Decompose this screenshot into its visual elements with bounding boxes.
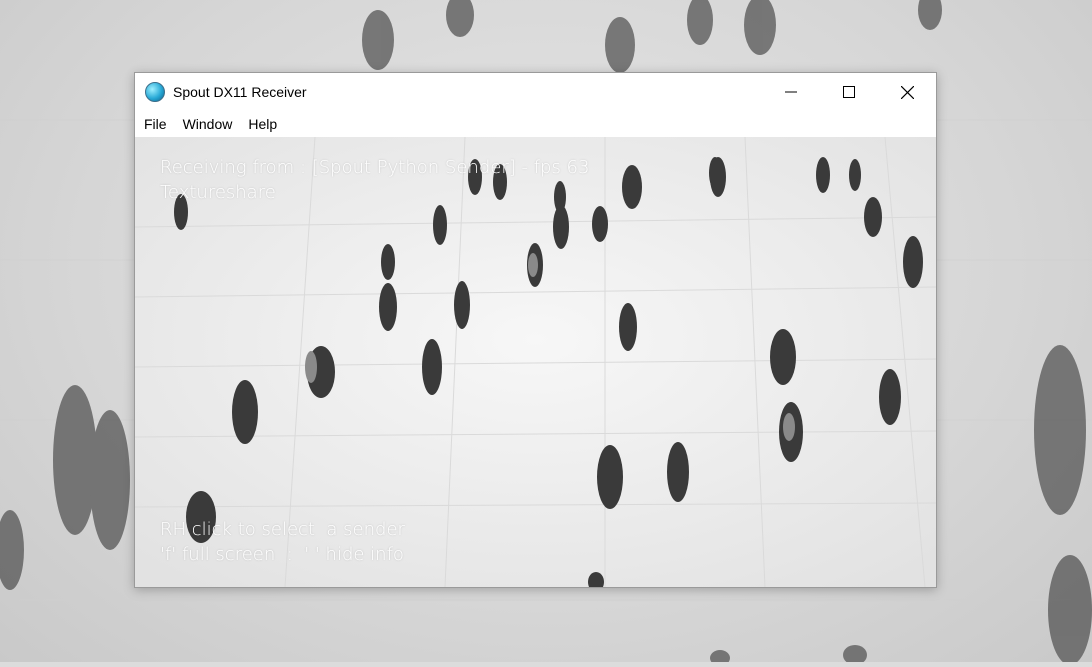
maximize-icon [843,86,855,98]
title-bar[interactable]: Spout DX11 Receiver [135,73,936,111]
window-title: Spout DX11 Receiver [173,84,307,100]
minimize-icon [785,91,797,93]
minimize-button[interactable] [762,73,820,111]
menu-help[interactable]: Help [240,111,285,137]
share-mode-text: Textureshare [160,182,276,203]
maximize-button[interactable] [820,73,878,111]
menu-window[interactable]: Window [175,111,241,137]
select-sender-hint: RH click to select a sender [160,519,405,540]
close-button[interactable] [878,73,936,111]
receiver-window[interactable]: Spout DX11 Receiver File Window Help Rec… [134,72,937,588]
fullscreen-hint: 'f' full screen : ' ' hide info [160,544,404,565]
video-viewport[interactable]: Receiving from : [Spout Python Sender] -… [135,137,936,587]
menu-file[interactable]: File [135,111,175,137]
close-icon [900,85,914,99]
spout-app-icon [145,82,165,102]
menu-bar: File Window Help [135,111,936,138]
receiving-info-text: Receiving from : [Spout Python Sender] -… [160,157,590,178]
